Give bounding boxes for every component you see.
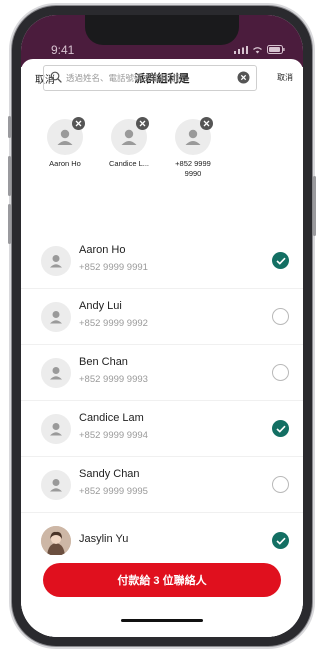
remove-chip-button[interactable] (136, 117, 149, 130)
clear-search-icon[interactable] (237, 71, 250, 84)
chip-label: Aaron Ho (49, 159, 81, 168)
contact-name: Sandy Chan (79, 468, 140, 480)
avatar (175, 117, 213, 155)
unselected-radio-icon[interactable] (272, 476, 289, 493)
search-cancel-button[interactable]: 取消 (277, 72, 293, 83)
profile-photo (41, 526, 71, 556)
person-icon (50, 255, 62, 268)
search-box[interactable] (43, 65, 257, 91)
contact-row[interactable]: Aaron Ho +852 9999 9991 (21, 233, 303, 289)
person-icon (50, 311, 62, 324)
avatar (111, 117, 149, 155)
wifi-icon (253, 46, 262, 53)
avatar (41, 246, 71, 276)
contact-name: Jasylin Yu (79, 533, 129, 545)
avatar (41, 358, 71, 388)
close-icon (139, 120, 146, 127)
search-input[interactable] (66, 70, 226, 86)
remove-chip-button[interactable] (200, 117, 213, 130)
contact-list: Aaron Ho +852 9999 9991 Andy Lui +852 99… (21, 233, 303, 569)
contact-name: Candice Lam (79, 412, 144, 424)
system-icons (234, 45, 285, 54)
close-icon (75, 120, 82, 127)
contact-row[interactable]: Ben Chan +852 9999 9993 (21, 345, 303, 401)
mute-switch (8, 116, 11, 138)
person-icon (50, 367, 62, 380)
selected-check-icon[interactable] (272, 252, 289, 269)
selected-check-icon[interactable] (272, 420, 289, 437)
notch (85, 15, 239, 45)
pay-contacts-button[interactable]: 付款給 3 位聯絡人 (43, 563, 281, 597)
search-icon (50, 71, 62, 83)
contact-row[interactable]: Andy Lui +852 9999 9992 (21, 289, 303, 345)
contact-phone: +852 9999 9991 (79, 262, 148, 273)
chip-label: +852 9999 9990 (175, 159, 211, 178)
contact-phone: +852 9999 9995 (79, 486, 148, 497)
contact-name: Andy Lui (79, 300, 122, 312)
avatar (47, 117, 85, 155)
avatar (41, 414, 71, 444)
battery-icon (267, 45, 285, 54)
contact-name: Aaron Ho (79, 244, 126, 256)
power-button (313, 176, 316, 236)
chip-label: Candice L... (108, 159, 150, 168)
avatar (41, 302, 71, 332)
selected-chip[interactable]: Candice L... (99, 117, 159, 169)
close-icon (203, 120, 210, 127)
selected-chip[interactable]: Aaron Ho (35, 117, 95, 169)
contact-row[interactable]: Candice Lam +852 9999 9994 (21, 401, 303, 457)
bottom-action-area: 付款給 3 位聯絡人 (21, 555, 303, 637)
unselected-radio-icon[interactable] (272, 308, 289, 325)
unselected-radio-icon[interactable] (272, 364, 289, 381)
signal-icon (234, 45, 248, 54)
contact-phone: +852 9999 9993 (79, 374, 148, 385)
status-time: 9:41 (51, 43, 75, 57)
person-icon (50, 423, 62, 436)
profile-photo-icon (41, 526, 71, 556)
contact-row[interactable]: Sandy Chan +852 9999 9995 (21, 457, 303, 513)
phone-frame: 9:41 取消 派群組利是 取消 (8, 6, 316, 646)
home-indicator (121, 619, 203, 622)
screen: 9:41 取消 派群組利是 取消 (21, 15, 303, 637)
avatar (41, 470, 71, 500)
contact-phone: +852 9999 9994 (79, 430, 148, 441)
contact-name: Ben Chan (79, 356, 128, 368)
volume-up-button (8, 156, 11, 196)
selected-check-icon[interactable] (272, 532, 289, 549)
volume-down-button (8, 204, 11, 244)
search-row: 取消 (31, 61, 293, 95)
person-icon (50, 479, 62, 492)
contact-phone: +852 9999 9992 (79, 318, 148, 329)
selected-contacts: Aaron Ho Candice L... +852 9999 9990 (31, 117, 293, 189)
selected-chip[interactable]: +852 9999 9990 (163, 117, 223, 179)
remove-chip-button[interactable] (72, 117, 85, 130)
